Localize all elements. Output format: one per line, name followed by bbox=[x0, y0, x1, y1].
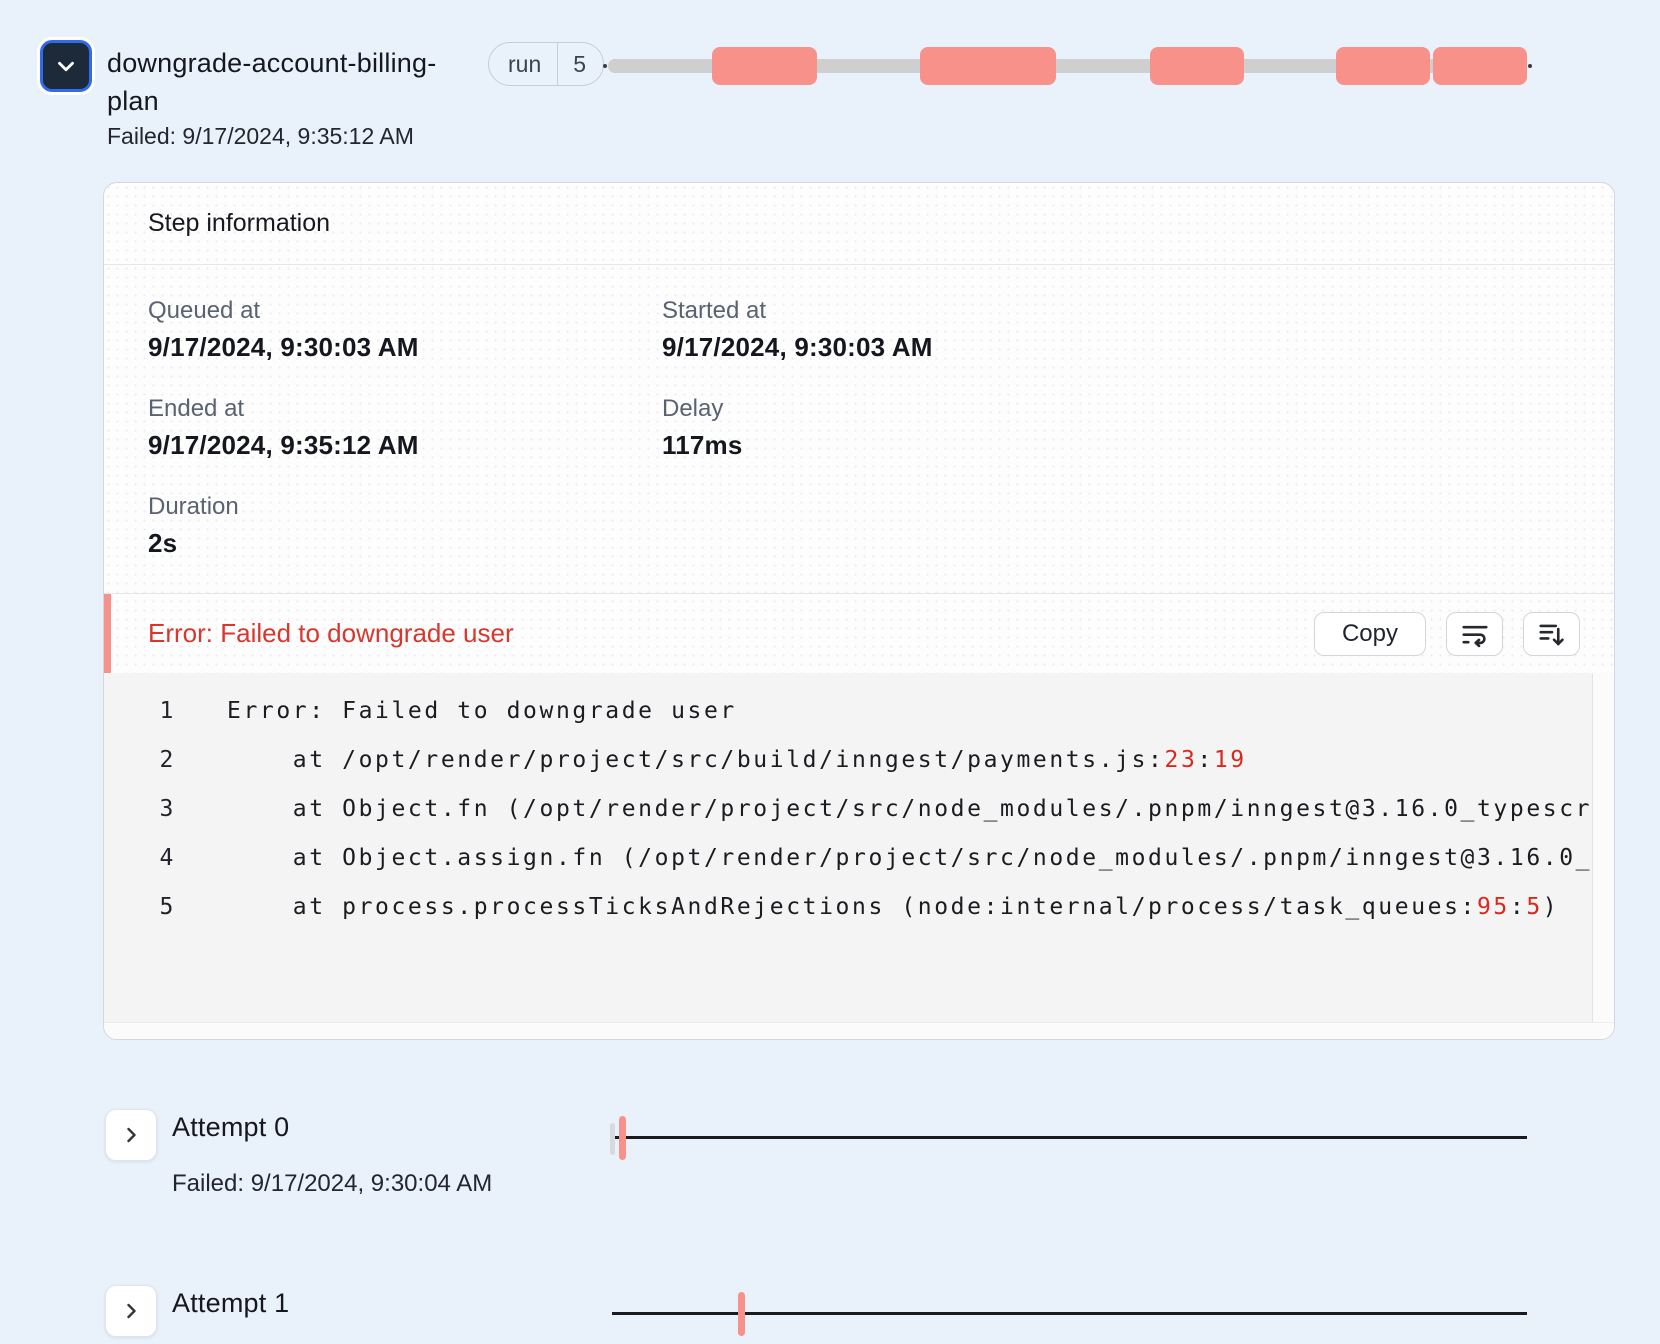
field-duration: Duration 2s bbox=[148, 493, 618, 559]
horizontal-scrollbar[interactable] bbox=[104, 1022, 1614, 1039]
field-started-at: Started at 9/17/2024, 9:30:03 AM bbox=[662, 297, 1132, 363]
line-number: 3 bbox=[104, 785, 176, 834]
field-ended-at: Ended at 9/17/2024, 9:35:12 AM bbox=[148, 395, 618, 461]
stack-trace-viewer[interactable]: 1Error: Failed to downgrade user2 at /op… bbox=[104, 673, 1614, 1039]
wrap-text-button[interactable] bbox=[1446, 612, 1503, 656]
chevron-right-icon bbox=[119, 1123, 143, 1147]
step-detail-page: downgrade-account-billing-plan Failed: 9… bbox=[0, 0, 1660, 1344]
attempt-0-failure-tick[interactable] bbox=[619, 1116, 626, 1160]
attempt-1-label: Attempt 1 bbox=[172, 1288, 289, 1319]
jump-to-bottom-icon bbox=[1537, 619, 1567, 649]
attempt-0-timeline bbox=[612, 1116, 1527, 1160]
run-timeline-track bbox=[608, 59, 1527, 73]
run-badge-label: run bbox=[489, 43, 557, 85]
vertical-scrollbar[interactable] bbox=[1592, 673, 1614, 1022]
step-fields: Queued at 9/17/2024, 9:30:03 AM Started … bbox=[104, 265, 1614, 593]
field-delay: Delay 117ms bbox=[662, 395, 1132, 461]
field-queued-at: Queued at 9/17/2024, 9:30:03 AM bbox=[148, 297, 618, 363]
line-number: 2 bbox=[104, 736, 176, 785]
step-status: Failed: 9/17/2024, 9:35:12 AM bbox=[107, 123, 441, 150]
line-number: 5 bbox=[104, 883, 176, 932]
line-number: 1 bbox=[104, 687, 176, 736]
stack-trace-line: 2 at /opt/render/project/src/build/innge… bbox=[104, 736, 1592, 785]
attempt-1-failure-tick[interactable] bbox=[738, 1292, 745, 1336]
run-step-segment[interactable] bbox=[920, 47, 1056, 85]
stack-trace-line: 1Error: Failed to downgrade user bbox=[104, 687, 1592, 736]
run-step-segment[interactable] bbox=[1433, 47, 1527, 85]
wrap-text-icon bbox=[1460, 619, 1490, 649]
attempt-0-expand-button[interactable] bbox=[105, 1109, 157, 1161]
copy-button[interactable]: Copy bbox=[1314, 612, 1426, 656]
stack-trace-line: 5 at process.processTicksAndRejections (… bbox=[104, 883, 1592, 932]
run-step-segment[interactable] bbox=[1336, 47, 1430, 85]
jump-to-bottom-button[interactable] bbox=[1523, 612, 1580, 656]
run-step-segment[interactable] bbox=[1150, 47, 1244, 85]
attempt-1-expand-button[interactable] bbox=[105, 1285, 157, 1337]
timeline-wire bbox=[612, 1312, 1527, 1315]
attempt-0-label: Attempt 0 bbox=[172, 1112, 289, 1143]
card-title: Step information bbox=[104, 183, 1614, 265]
error-banner: Error: Failed to downgrade user Copy bbox=[104, 593, 1614, 673]
line-number: 4 bbox=[104, 834, 176, 883]
run-badge[interactable]: run 5 bbox=[488, 42, 604, 86]
stack-trace-line: 3 at Object.fn (/opt/render/project/src/… bbox=[104, 785, 1592, 834]
timeline-wire bbox=[612, 1136, 1527, 1139]
step-title: downgrade-account-billing-plan bbox=[107, 44, 441, 120]
step-information-card: Step information Queued at 9/17/2024, 9:… bbox=[103, 182, 1615, 1040]
error-message: Error: Failed to downgrade user bbox=[148, 618, 1294, 649]
run-step-segment[interactable] bbox=[712, 47, 817, 85]
chevron-down-icon bbox=[53, 53, 79, 79]
attempt-0-status: Failed: 9/17/2024, 9:30:04 AM bbox=[172, 1170, 492, 1198]
attempt-1-timeline bbox=[612, 1292, 1527, 1336]
stack-trace-line: 4 at Object.assign.fn (/opt/render/proje… bbox=[104, 834, 1592, 883]
timeline-start-tick bbox=[610, 1123, 615, 1155]
run-badge-count: 5 bbox=[557, 43, 603, 85]
chevron-right-icon bbox=[119, 1299, 143, 1323]
step-header: downgrade-account-billing-plan Failed: 9… bbox=[107, 44, 441, 150]
step-collapse-button[interactable] bbox=[40, 40, 92, 92]
stack-trace-lines: 1Error: Failed to downgrade user2 at /op… bbox=[104, 673, 1592, 1022]
